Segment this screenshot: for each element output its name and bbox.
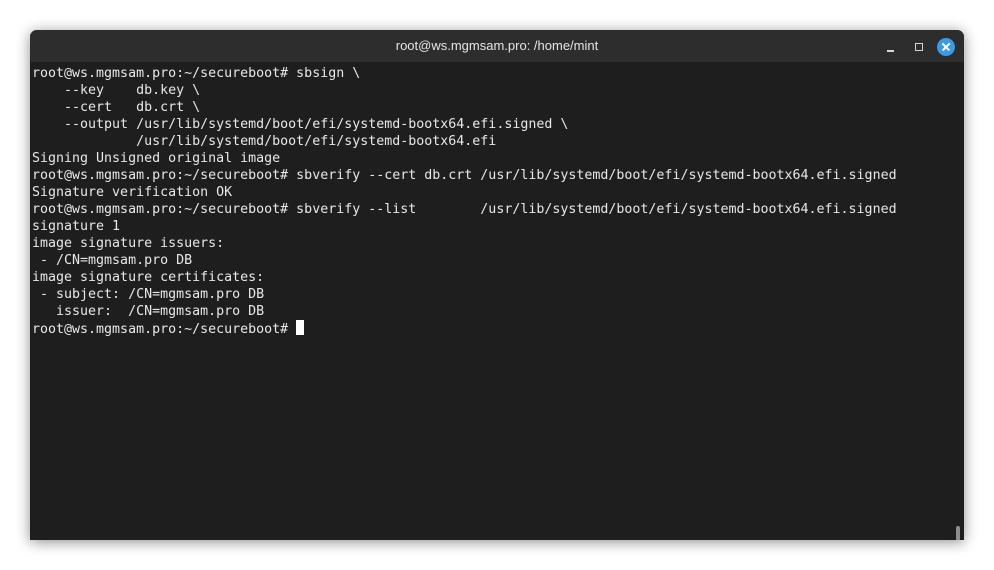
terminal-line: issuer: /CN=mgmsam.pro DB xyxy=(32,304,265,319)
window-title: root@ws.mgmsam.pro: /home/mint xyxy=(395,38,599,53)
terminal-line: root@ws.mgmsam.pro:~/secureboot# sbsign … xyxy=(32,66,361,81)
terminal-line: root@ws.mgmsam.pro:~/secureboot# sbverif… xyxy=(32,202,897,217)
terminal-line: root@ws.mgmsam.pro:~/secureboot# sbverif… xyxy=(32,168,897,183)
terminal-line: --key db.key \ xyxy=(32,83,201,98)
close-icon[interactable] xyxy=(937,38,955,56)
text-cursor xyxy=(296,320,305,335)
scrollbar[interactable] xyxy=(952,62,964,540)
terminal-line: image signature issuers: xyxy=(32,236,225,251)
terminal-line: --cert db.crt \ xyxy=(32,100,201,115)
terminal-line: /usr/lib/systemd/boot/efi/systemd-bootx6… xyxy=(32,134,497,149)
scrollbar-thumb[interactable] xyxy=(956,526,960,540)
terminal-line: - /CN=mgmsam.pro DB xyxy=(32,253,193,268)
terminal-line: --output /usr/lib/systemd/boot/efi/syste… xyxy=(32,117,569,132)
terminal-line: image signature certificates: xyxy=(32,270,265,285)
terminal-line: signature 1 xyxy=(32,219,121,234)
prompt-text: root@ws.mgmsam.pro:~/secureboot# xyxy=(32,322,297,337)
minimize-icon[interactable] xyxy=(882,38,900,56)
terminal-output[interactable]: root@ws.mgmsam.pro:~/secureboot# sbsign … xyxy=(30,62,952,540)
prompt-line[interactable]: root@ws.mgmsam.pro:~/secureboot# xyxy=(32,320,952,337)
terminal-line: Signing Unsigned original image xyxy=(32,151,281,166)
terminal-window: root@ws.mgmsam.pro: /home/mint root@ws.m… xyxy=(30,30,964,540)
terminal-line: - subject: /CN=mgmsam.pro DB xyxy=(32,287,265,302)
terminal-line: Signature verification OK xyxy=(32,185,233,200)
title-bar[interactable]: root@ws.mgmsam.pro: /home/mint xyxy=(30,30,964,62)
maximize-icon[interactable] xyxy=(910,38,928,56)
